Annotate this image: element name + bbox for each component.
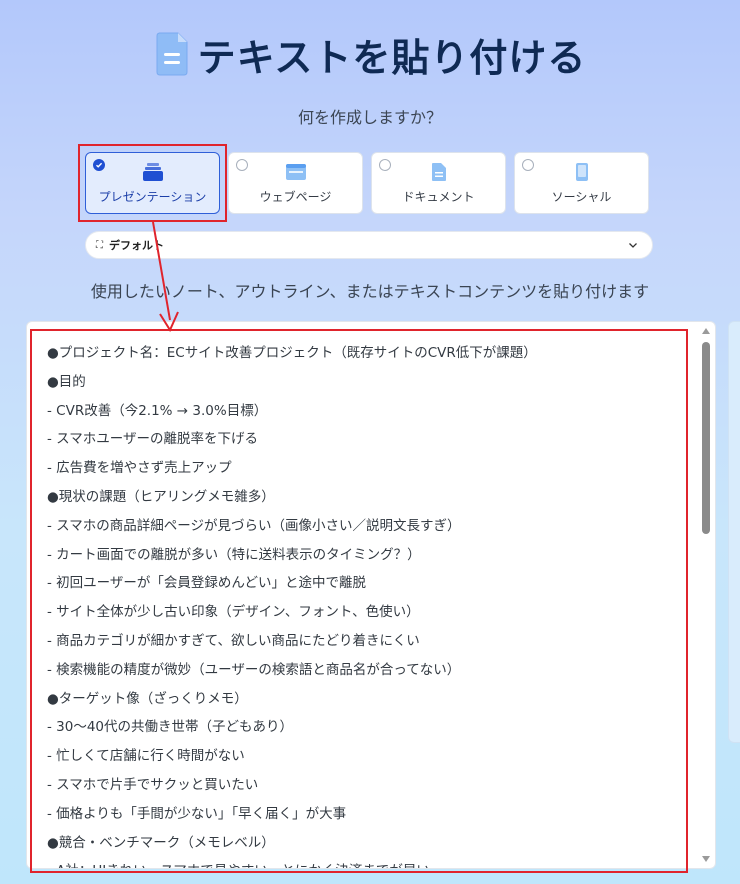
type-label: ソーシャル (551, 189, 612, 204)
phone-icon (571, 162, 593, 182)
highlight-frame-editor (30, 329, 688, 873)
document-icon (428, 162, 450, 182)
paste-instruction: 使用したいノート、アウトライン、またはテキストコンテンツを貼り付けます (90, 282, 650, 301)
radio-empty-icon[interactable] (379, 159, 391, 171)
document-icon (156, 32, 188, 76)
theme-frame-icon: ⛶ (96, 239, 103, 251)
highlight-frame-selected-type (78, 144, 227, 222)
scrollbar[interactable] (701, 326, 711, 864)
type-label: ウェブページ (259, 189, 332, 204)
type-webpage-button[interactable]: ウェブページ (228, 152, 363, 214)
theme-dropdown[interactable]: ⛶ デフォルト (85, 231, 653, 259)
page-title: テキストを貼り付ける (197, 35, 587, 80)
scroll-down-arrow-icon[interactable] (702, 856, 710, 862)
browser-window-icon (285, 162, 307, 182)
scroll-up-arrow-icon[interactable] (702, 328, 710, 334)
type-social-button[interactable]: ソーシャル (514, 152, 649, 214)
type-document-button[interactable]: ドキュメント (371, 152, 506, 214)
page-header: テキストを貼り付ける (0, 24, 740, 84)
side-panel-edge (728, 321, 740, 743)
radio-empty-icon[interactable] (522, 159, 534, 171)
scrollbar-thumb[interactable] (702, 342, 710, 534)
type-label: ドキュメント (402, 189, 475, 204)
theme-dropdown-value: デフォルト (109, 239, 164, 252)
create-question: 何を作成しますか？ (297, 108, 442, 127)
chevron-down-icon (629, 243, 637, 248)
radio-empty-icon[interactable] (236, 159, 248, 171)
